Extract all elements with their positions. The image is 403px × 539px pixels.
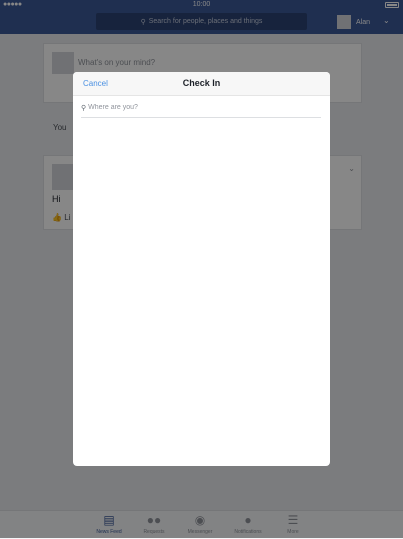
dialog-title: Check In (182, 78, 221, 88)
dialog-header: Cancel Check In (73, 72, 330, 96)
check-in-dialog: Cancel Check In ⚲ (73, 72, 330, 466)
place-search-input[interactable] (88, 104, 321, 111)
place-search-field[interactable]: ⚲ (81, 98, 321, 118)
search-icon: ⚲ (81, 104, 87, 112)
